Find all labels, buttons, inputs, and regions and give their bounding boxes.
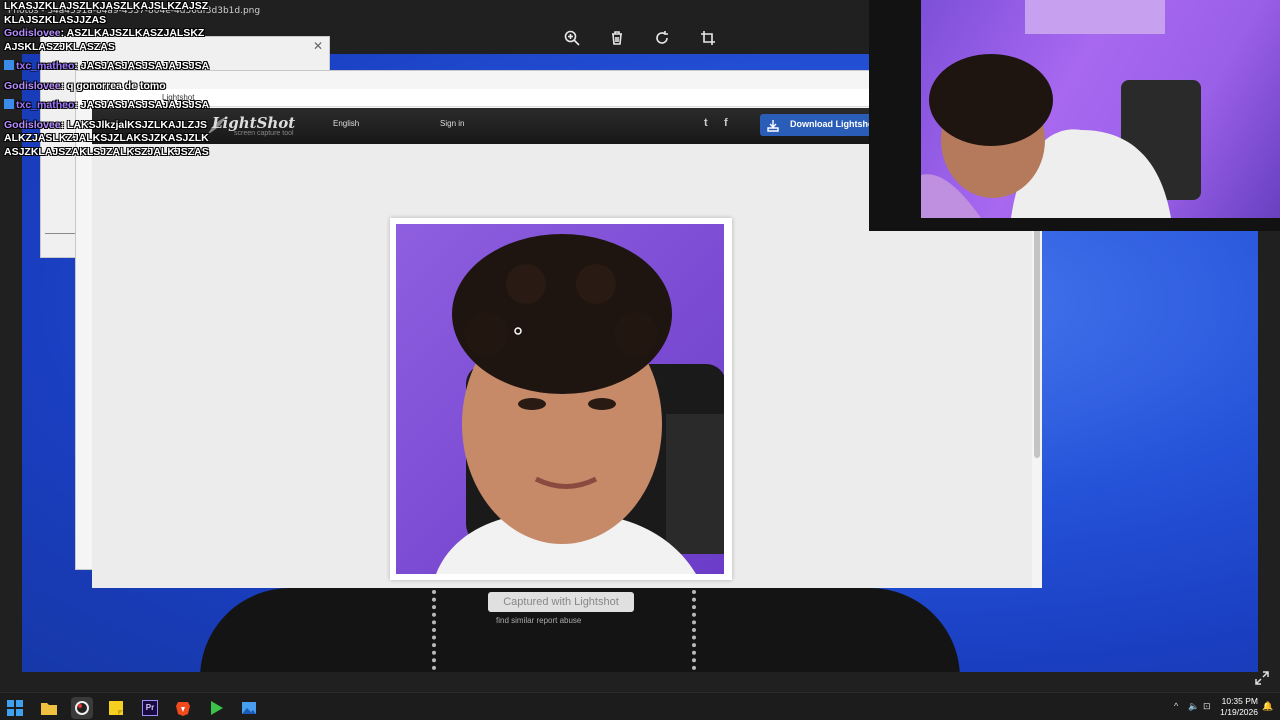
delete-button[interactable] [605,26,629,50]
expand-icon [1255,671,1269,685]
chat-username: txc_matheo [16,60,75,72]
taskbar-brave[interactable] [172,697,194,719]
webcam-overlay [869,0,1280,231]
taskbar-sticky-notes[interactable] [105,697,127,719]
twitter-icon[interactable]: t [704,117,708,129]
captured-with-caption: Captured with Lightshot [488,592,634,612]
obs-icon [75,701,89,715]
chat-message: Godislovee: LAKSJlkzjalKSJZLKAJLZJS [4,119,234,133]
chat-message: txc_matheo: JASJASJASJSAJAJSJSA [4,99,234,113]
facebook-icon[interactable]: f [724,117,728,129]
portrait-illustration [436,234,724,574]
chat-text: LKASJZKLAJSZLKJASZLKAJSLKZAJSZ [4,0,209,12]
close-icon[interactable]: ✕ [313,39,323,53]
network-icon[interactable]: ⊡ [1203,701,1211,712]
chat-text: KLAJSZKLASJJZAS [4,13,107,26]
system-clock[interactable]: 10:35 PM 1/19/2026 [1214,696,1258,718]
find-similar-links[interactable]: find similar report abuse [496,616,581,625]
subscriber-badge-icon [4,99,14,109]
photo-chain [692,590,702,670]
desktop-screen: Photos - 34a4591a-84a9-4337-804e-4d56df3… [0,0,1280,720]
taskbar-media-player[interactable] [205,697,227,719]
chat-message: ALKZJASLKZJALKSJZLAKSJZKASJZLK [4,132,234,146]
start-button[interactable] [4,697,26,719]
chat-username: Godislovee [4,118,61,131]
chat-text: AJSKLASZJKLASZAS [4,40,115,53]
chat-message: txc_matheo: JASJASJASJSAJAJSJSA [4,60,234,74]
zoom-in-icon [564,30,580,46]
download-icon [767,120,779,132]
webcam-feed [921,0,1280,218]
chat-username: txc_matheo [16,99,75,111]
taskbar-photos[interactable] [238,697,260,719]
zoom-in-button[interactable] [560,26,584,50]
volume-icon[interactable]: 🔈 [1188,701,1199,712]
taskbar-obs[interactable] [71,697,93,719]
premiere-icon: Pr [142,700,158,716]
photos-app-icon [242,702,256,714]
rotate-icon [656,31,668,44]
chat-text: JASJASJASJSAJAJSJSA [80,60,210,72]
chat-text: ALKZJASLKZJALKSJZLAKSJZKASJZLK [4,132,209,144]
language-selector[interactable]: English [333,119,359,128]
chat-username: Godislovee [4,27,61,39]
fullscreen-button[interactable] [1254,670,1270,686]
photos-bottom-bar [0,672,1280,692]
chat-text: JASJASJASJSAJAJSJSA [80,99,210,111]
taskbar-file-explorer[interactable] [38,697,60,719]
screenshot-frame [390,218,732,580]
stream-chat: LKASJZKLAJSZLKJASZLKAJSLKZAJSZ KLAJSZKLA… [4,0,234,159]
download-label: Download Lightshot [790,119,877,129]
chat-message: Godislovee: ASZLKAJSZLKASZJALSKZ [4,27,234,41]
trash-icon [612,31,622,45]
crop-button[interactable] [696,26,720,50]
show-hidden-icons[interactable]: ^ [1174,701,1178,711]
chat-message: Godislovee: q gonorrea de tomo [4,80,234,94]
chat-text: LAKSJlkzjalKSJZLKAJLZJS [67,118,208,131]
chat-text: ASZLKAJSZLKASZJALSKZ [66,27,205,39]
taskbar-premiere-pro[interactable]: Pr [139,697,161,719]
chat-text: q gonorrea de tomo [67,79,166,92]
lightshot-tagline: screen capture tool [234,130,294,137]
crop-icon [701,31,715,45]
photo-chain [432,590,442,670]
clock-date: 1/19/2026 [1220,707,1258,717]
chat-message: KLAJSZKLASJJZAS [4,14,234,28]
chat-message: ASJZKLAJSZAKLSJZALKSZJALKJSZAS [4,146,234,160]
screenshot-image[interactable] [396,224,724,574]
clock-time: 10:35 PM [1221,696,1258,706]
folder-icon [41,703,57,715]
sticky-note-icon [109,701,123,715]
sign-in-link[interactable]: Sign in [440,119,464,128]
notification-bell-icon[interactable]: 🔔 [1262,701,1273,712]
subscriber-badge-icon [4,60,14,70]
brave-lion-icon [176,702,190,716]
chat-username: Godislovee [4,79,61,92]
rotate-button[interactable] [650,26,674,50]
windows-logo-icon [7,700,23,716]
chat-text: ASJZKLAJSZAKLSJZALKSZJALKJSZAS [4,145,209,158]
taskbar: Pr ^ 🔈 ⊡ 10:35 PM 1/19/2026 🔔 [0,692,1280,720]
chat-message: LKASJZKLAJSZLKJASZLKAJSLKZAJSZ [4,0,234,14]
webcam-illustration [921,0,1201,218]
chat-message: AJSKLASZJKLASZAS [4,41,234,55]
divider [45,233,75,234]
play-icon [211,701,223,715]
